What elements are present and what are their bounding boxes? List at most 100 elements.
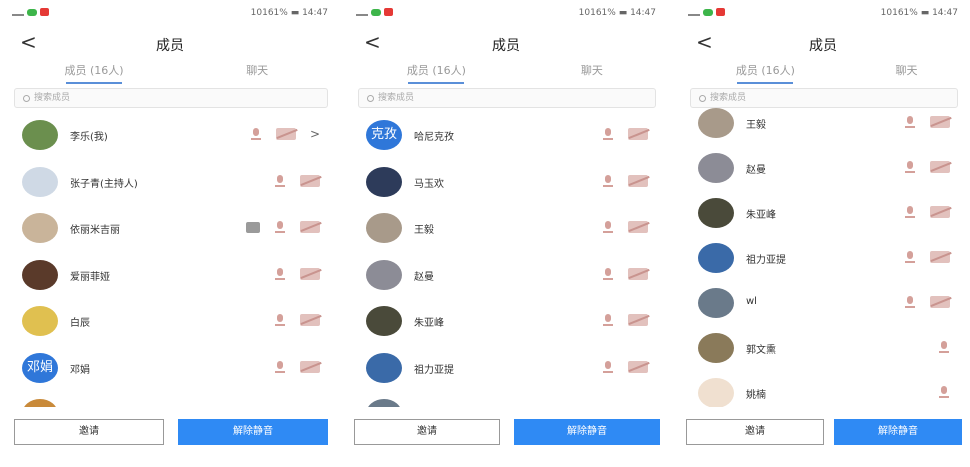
camera-off-icon[interactable] bbox=[628, 314, 648, 326]
mic-muted-icon[interactable] bbox=[904, 250, 916, 264]
camera-off-icon[interactable] bbox=[628, 128, 648, 140]
notification-icon bbox=[40, 8, 49, 16]
tab-chat[interactable]: 聊天 bbox=[197, 62, 317, 78]
member-controls bbox=[904, 114, 950, 130]
member-row[interactable]: 白辰 bbox=[0, 302, 340, 346]
member-row[interactable]: 克孜 哈尼克孜 bbox=[344, 116, 668, 160]
member-controls bbox=[602, 312, 648, 328]
invite-button[interactable]: 邀请 bbox=[686, 419, 824, 445]
camera-off-icon[interactable] bbox=[930, 251, 950, 263]
mic-muted-icon[interactable] bbox=[274, 220, 286, 234]
chevron-right-icon[interactable]: > bbox=[310, 127, 320, 141]
camera-off-icon[interactable] bbox=[300, 174, 320, 187]
member-row[interactable]: 郭文熏 bbox=[676, 329, 970, 373]
mic-muted-icon[interactable] bbox=[904, 115, 916, 129]
tab-members[interactable]: 成员 (16人) bbox=[705, 62, 825, 84]
mic-muted-icon[interactable] bbox=[938, 340, 950, 354]
member-row[interactable]: 朱亚峰 bbox=[344, 302, 668, 346]
status-icons bbox=[356, 8, 393, 16]
mic-muted-icon[interactable] bbox=[938, 385, 950, 399]
member-name: 哈尼克孜 bbox=[414, 132, 454, 143]
member-row[interactable]: 董平 bbox=[0, 395, 340, 407]
avatar bbox=[366, 352, 402, 383]
member-row[interactable]: 赵曼 bbox=[344, 256, 668, 300]
member-row[interactable]: 姚楠 bbox=[676, 374, 970, 407]
member-row[interactable]: wl bbox=[344, 395, 668, 407]
mic-muted-icon[interactable] bbox=[602, 174, 614, 188]
camera-off-icon[interactable] bbox=[628, 360, 648, 373]
camera-off-icon[interactable] bbox=[275, 128, 296, 140]
camera-off-icon[interactable] bbox=[930, 116, 950, 128]
camera-off-icon[interactable] bbox=[300, 267, 320, 280]
member-row[interactable]: 马玉欢 bbox=[344, 163, 668, 207]
mic-muted-icon[interactable] bbox=[274, 360, 286, 374]
member-row[interactable]: 朱亚峰 bbox=[676, 194, 970, 238]
mic-muted-icon[interactable] bbox=[904, 205, 916, 219]
member-name: 赵曼 bbox=[414, 271, 434, 283]
bottom-bar: 邀请 解除静音 bbox=[344, 407, 668, 467]
search-input[interactable]: 搜索成员 bbox=[14, 88, 328, 108]
search-placeholder: 搜索成员 bbox=[378, 93, 415, 103]
camera-off-icon[interactable] bbox=[628, 174, 648, 187]
camera-off-icon[interactable] bbox=[930, 296, 950, 308]
mic-muted-icon[interactable] bbox=[904, 160, 916, 174]
mic-muted-icon[interactable] bbox=[274, 267, 286, 281]
camera-off-icon[interactable] bbox=[300, 314, 320, 326]
member-controls bbox=[904, 204, 950, 220]
member-row[interactable]: 爱丽菲娅 bbox=[0, 256, 340, 300]
camera-off-icon[interactable] bbox=[930, 206, 950, 218]
tab-bar: 成员 (16人) 聊天 bbox=[344, 62, 668, 86]
member-name: 王毅 bbox=[414, 225, 434, 236]
member-row[interactable]: 依丽米吉丽 bbox=[0, 209, 340, 253]
member-row[interactable]: 王毅 bbox=[344, 209, 668, 253]
status-bar: 10161% ▬ 14:47 bbox=[356, 8, 656, 22]
avatar bbox=[366, 399, 402, 407]
tab-chat[interactable]: 聊天 bbox=[847, 62, 967, 78]
member-controls bbox=[602, 173, 648, 189]
member-name: 依丽米吉丽 bbox=[70, 225, 120, 236]
avatar bbox=[22, 213, 58, 243]
mic-muted-icon[interactable] bbox=[602, 360, 614, 374]
member-name: 祖力亚提 bbox=[414, 364, 454, 376]
tab-members[interactable]: 成员 (16人) bbox=[34, 62, 154, 84]
screen-share-icon[interactable] bbox=[246, 221, 260, 233]
camera-off-icon[interactable] bbox=[930, 161, 950, 173]
mic-muted-icon[interactable] bbox=[602, 220, 614, 234]
mic-muted-icon[interactable] bbox=[602, 127, 614, 141]
member-controls bbox=[602, 219, 648, 235]
member-row[interactable]: 张子青(主持人) bbox=[0, 163, 340, 207]
phone-screen: 10161% ▬ 14:47 < 成员 成员 (16人) 聊天 搜索成员 李乐(我) > 张子青… bbox=[0, 0, 340, 467]
member-row[interactable]: 王毅 bbox=[676, 104, 970, 148]
tab-members[interactable]: 成员 (16人) bbox=[376, 62, 496, 84]
member-row[interactable]: wl bbox=[676, 284, 970, 328]
member-list: 王毅 赵曼 朱亚峰 祖力亚提 wl 郭文熏姚楠 bbox=[676, 104, 970, 407]
member-controls bbox=[274, 359, 320, 375]
camera-off-icon[interactable] bbox=[300, 221, 320, 233]
mic-muted-icon[interactable] bbox=[904, 295, 916, 309]
mic-muted-icon[interactable] bbox=[602, 267, 614, 281]
mic-muted-icon[interactable] bbox=[274, 174, 286, 188]
camera-off-icon[interactable] bbox=[628, 267, 648, 280]
unmute-button[interactable]: 解除静音 bbox=[514, 419, 660, 445]
invite-button[interactable]: 邀请 bbox=[14, 419, 164, 445]
member-name: 郭文熏 bbox=[746, 345, 776, 356]
member-controls bbox=[602, 359, 648, 375]
tab-chat[interactable]: 聊天 bbox=[532, 62, 652, 78]
camera-off-icon[interactable] bbox=[300, 360, 320, 373]
unmute-button[interactable]: 解除静音 bbox=[178, 419, 328, 445]
mic-muted-icon[interactable] bbox=[602, 313, 614, 327]
member-row[interactable]: 祖力亚提 bbox=[676, 239, 970, 283]
mic-muted-icon[interactable] bbox=[250, 127, 262, 141]
member-row[interactable]: 邓娟 邓娟 bbox=[0, 349, 340, 393]
member-row[interactable]: 赵曼 bbox=[676, 149, 970, 193]
search-icon bbox=[367, 94, 374, 102]
mic-muted-icon[interactable] bbox=[274, 313, 286, 327]
member-row[interactable]: 祖力亚提 bbox=[344, 349, 668, 393]
unmute-button[interactable]: 解除静音 bbox=[834, 419, 962, 445]
member-row[interactable]: 李乐(我) > bbox=[0, 116, 340, 160]
camera-off-icon[interactable] bbox=[628, 221, 648, 233]
avatar bbox=[22, 166, 58, 197]
search-input[interactable]: 搜索成员 bbox=[358, 88, 656, 108]
invite-button[interactable]: 邀请 bbox=[354, 419, 500, 445]
member-controls bbox=[602, 266, 648, 282]
